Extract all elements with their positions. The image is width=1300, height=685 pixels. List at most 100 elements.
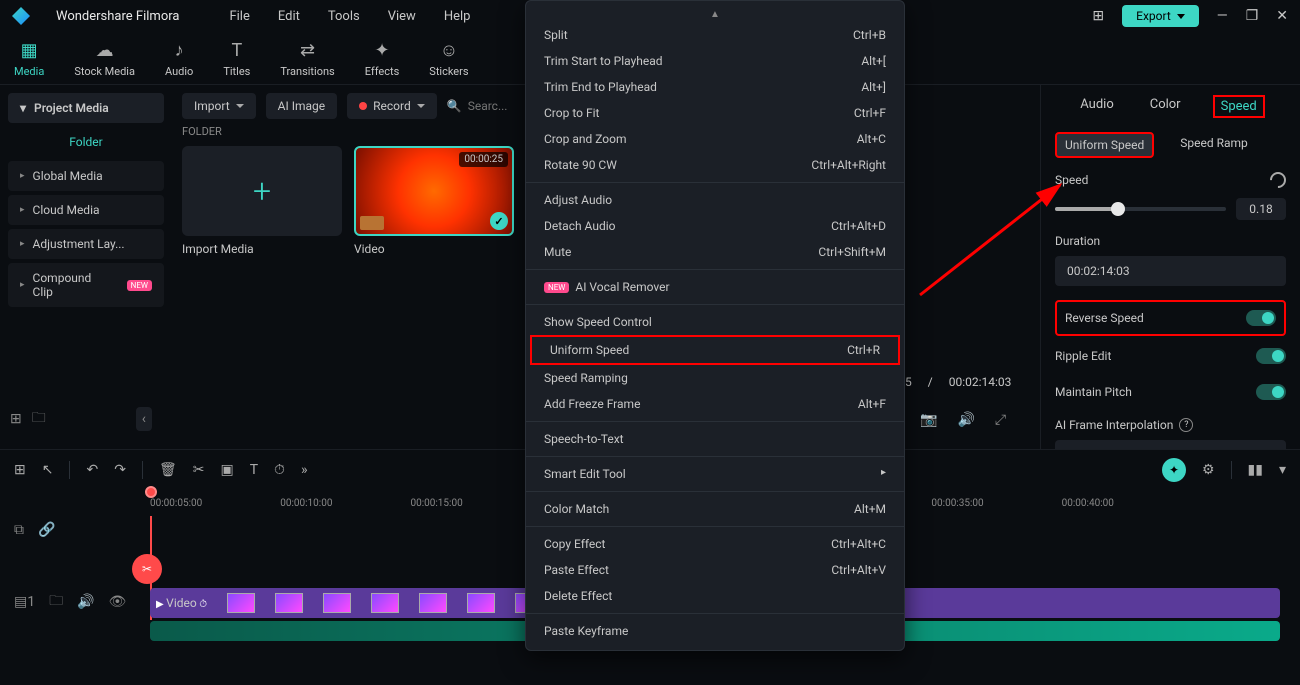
cut-icon[interactable]: ✂	[193, 462, 205, 478]
help-icon[interactable]: ?	[1179, 418, 1193, 432]
rp-tab-audio[interactable]: Audio	[1076, 95, 1117, 118]
text-icon[interactable]: T	[250, 462, 258, 478]
sidebar-adjustment-layer[interactable]: ▸Adjustment Lay...	[8, 229, 164, 259]
subtab-speed-ramp[interactable]: Speed Ramp	[1172, 132, 1256, 158]
track-lock-icon[interactable]: ▤1	[14, 594, 35, 610]
export-button[interactable]: Export	[1122, 5, 1199, 27]
cm-trim-start-to-playhead[interactable]: Trim Start to PlayheadAlt+[	[526, 48, 904, 74]
cm-detach-audio[interactable]: Detach AudioCtrl+Alt+D	[526, 213, 904, 239]
menu-file[interactable]: File	[229, 9, 249, 24]
cm-mute[interactable]: MuteCtrl+Shift+M	[526, 239, 904, 265]
reverse-speed-label: Reverse Speed	[1065, 311, 1144, 325]
cm-crop-to-fit[interactable]: Crop to FitCtrl+F	[526, 100, 904, 126]
tl-layout-icon[interactable]: ⊞	[14, 462, 26, 478]
tab-effects[interactable]: ✦Effects	[365, 40, 400, 78]
maintain-pitch-toggle[interactable]	[1256, 384, 1286, 400]
new-folder-icon[interactable]: ⊞	[10, 411, 22, 427]
record-icon	[359, 102, 367, 110]
maintain-pitch-label: Maintain Pitch	[1055, 385, 1132, 399]
collapse-icon[interactable]: ‹	[136, 407, 152, 431]
settings-icon[interactable]: ⚙	[1202, 462, 1215, 478]
track-mute-icon[interactable]: 🔊	[77, 594, 94, 610]
more-icon[interactable]: »	[301, 462, 308, 478]
menu-tools[interactable]: Tools	[328, 9, 360, 24]
tab-media[interactable]: ▦Media	[14, 40, 44, 78]
cm-split[interactable]: SplitCtrl+B	[526, 22, 904, 48]
search-input[interactable]: 🔍	[447, 99, 518, 113]
speed-icon[interactable]: ⏱	[274, 462, 285, 478]
duration-field[interactable]: 00:02:14:03	[1055, 256, 1286, 286]
ripple-edit-toggle[interactable]	[1256, 348, 1286, 364]
cm-adjust-audio[interactable]: Adjust Audio	[526, 187, 904, 213]
sidebar-compound-clip[interactable]: ▸Compound ClipNEW	[8, 263, 164, 307]
folder-icon[interactable]: 🗀	[32, 407, 46, 431]
menu-edit[interactable]: Edit	[278, 9, 300, 24]
reverse-speed-toggle[interactable]	[1246, 310, 1276, 326]
cm-speed-ramping[interactable]: Speed Ramping	[526, 365, 904, 391]
ai-interpolation-label: AI Frame Interpolation	[1055, 418, 1173, 432]
tl-cursor-icon[interactable]: ↖	[42, 462, 54, 478]
menu-help[interactable]: Help	[444, 9, 471, 24]
rp-tab-color[interactable]: Color	[1146, 95, 1185, 118]
cm-crop-and-zoom[interactable]: Crop and ZoomAlt+C	[526, 126, 904, 152]
delete-icon[interactable]: 🗑	[159, 462, 177, 478]
menu-view[interactable]: View	[388, 9, 416, 24]
crop-icon[interactable]: ▣	[220, 462, 233, 478]
duration-badge: 00:00:25	[459, 152, 508, 167]
tl-menu-icon[interactable]: ▾	[1279, 462, 1286, 478]
tab-stickers[interactable]: ☺Stickers	[429, 40, 468, 78]
close-icon[interactable]: ✕	[1276, 8, 1288, 24]
app-name: Wondershare Filmora	[56, 9, 179, 24]
volume-icon[interactable]: 🔊	[957, 412, 974, 428]
fullscreen-icon[interactable]: ⤢	[995, 412, 1006, 428]
redo-icon[interactable]: ↷	[114, 462, 126, 478]
cm-delete-effect[interactable]: Delete Effect	[526, 583, 904, 609]
track-eye-icon[interactable]: 👁	[109, 594, 127, 610]
context-menu: ▲ SplitCtrl+BTrim Start to PlayheadAlt+[…	[525, 0, 905, 651]
rp-tab-speed[interactable]: Speed	[1213, 95, 1265, 118]
cm-add-freeze-frame[interactable]: Add Freeze FrameAlt+F	[526, 391, 904, 417]
cm-trim-end-to-playhead[interactable]: Trim End to PlayheadAlt+]	[526, 74, 904, 100]
app-logo	[12, 7, 30, 25]
layout-grid-icon[interactable]: ⊞	[1092, 8, 1104, 24]
speed-value[interactable]: 0.18	[1236, 198, 1286, 220]
ai-image-button[interactable]: AI Image	[266, 93, 337, 119]
split-button[interactable]: ✂	[132, 554, 162, 584]
speed-slider[interactable]	[1055, 207, 1226, 211]
search-field[interactable]	[468, 99, 518, 113]
tab-transitions[interactable]: ⇄Transitions	[280, 40, 334, 78]
folder-tab[interactable]: Folder	[8, 123, 164, 161]
separator: /	[928, 375, 933, 389]
minimize-icon[interactable]: —	[1217, 8, 1228, 24]
tab-audio[interactable]: ♪Audio	[165, 40, 193, 78]
import-dropdown[interactable]: Import	[182, 93, 256, 119]
import-media-item[interactable]: + Import Media	[182, 146, 342, 256]
subtab-uniform-speed[interactable]: Uniform Speed	[1055, 132, 1154, 158]
cm-color-match[interactable]: Color MatchAlt+M	[526, 496, 904, 522]
sidebar-cloud-media[interactable]: ▸Cloud Media	[8, 195, 164, 225]
tl-link-icon[interactable]: 🔗	[38, 522, 55, 538]
playhead-marker[interactable]	[145, 486, 157, 498]
sidebar-global-media[interactable]: ▸Global Media	[8, 161, 164, 191]
cm-speech-to-text[interactable]: Speech-to-Text	[526, 426, 904, 452]
cm-rotate-90-cw[interactable]: Rotate 90 CWCtrl+Alt+Right	[526, 152, 904, 178]
cm-smart-edit-tool[interactable]: Smart Edit Tool▸	[526, 461, 904, 487]
project-media-header[interactable]: ▾ Project Media	[8, 93, 164, 123]
tl-copy-icon[interactable]: ⧉	[14, 522, 24, 538]
tab-stock-media[interactable]: ☁Stock Media	[74, 40, 135, 78]
track-folder-icon[interactable]: 🗀	[49, 590, 63, 614]
cm-copy-effect[interactable]: Copy EffectCtrl+Alt+C	[526, 531, 904, 557]
undo-icon[interactable]: ↶	[86, 462, 98, 478]
tab-titles[interactable]: TTitles	[223, 40, 250, 78]
scroll-up-icon[interactable]: ▲	[526, 7, 904, 22]
reset-speed-icon[interactable]	[1267, 169, 1290, 192]
duration-label: Duration	[1055, 234, 1286, 248]
camera-icon[interactable]: 📷	[920, 412, 937, 428]
maximize-icon[interactable]: ❐	[1246, 8, 1259, 24]
ai-button[interactable]: ✦	[1162, 458, 1186, 482]
marker-icon[interactable]: ▮▮	[1248, 462, 1263, 478]
cm-uniform-speed[interactable]: Uniform SpeedCtrl+R	[530, 335, 900, 365]
record-dropdown[interactable]: Record	[347, 93, 437, 119]
cm-ai-vocal-remover[interactable]: NEWAI Vocal Remover	[526, 274, 904, 300]
video-media-item[interactable]: 00:00:25 ✓ Video	[354, 146, 514, 256]
